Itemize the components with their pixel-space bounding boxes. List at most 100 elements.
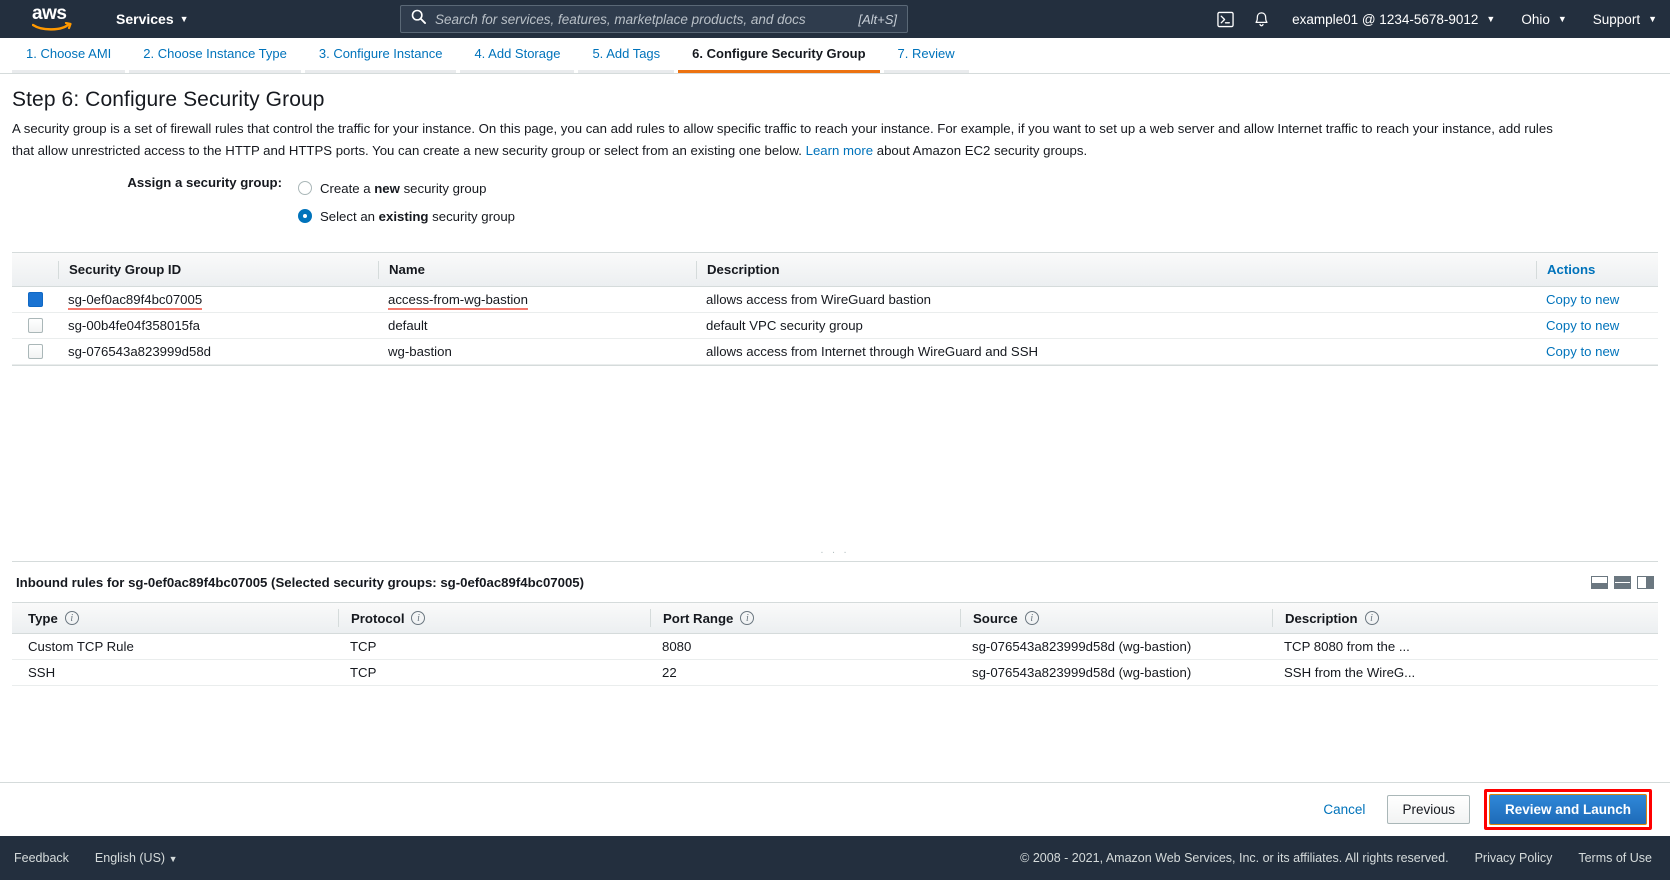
- search-input[interactable]: [435, 11, 850, 27]
- aws-logo[interactable]: aws: [32, 4, 78, 32]
- learn-more-link[interactable]: Learn more: [806, 143, 873, 158]
- wizard-step-2[interactable]: 2. Choose Instance Type: [129, 46, 301, 73]
- region-menu[interactable]: Ohio ▼: [1508, 0, 1579, 38]
- assign-security-group-label: Assign a security group:: [127, 175, 282, 191]
- wizard-step-5[interactable]: 5. Add Tags: [578, 46, 675, 73]
- column-header-rule-description: Description i: [1272, 609, 1658, 628]
- row-checkbox[interactable]: [27, 344, 43, 360]
- column-header-source: Source i: [960, 609, 1272, 628]
- wizard-step-1[interactable]: 1. Choose AMI: [12, 46, 126, 73]
- footer-right-links: © 2008 - 2021, Amazon Web Services, Inc.…: [1020, 851, 1652, 865]
- cell-actions: Copy to new: [1536, 318, 1658, 333]
- cell-rule-type: SSH: [28, 665, 56, 681]
- region-menu-label: Ohio: [1521, 11, 1550, 27]
- column-header-description[interactable]: Description: [696, 260, 1536, 279]
- previous-button[interactable]: Previous: [1387, 795, 1470, 824]
- top-nav-right-cluster: example01 @ 1234-5678-9012 ▼ Ohio ▼ Supp…: [1207, 0, 1670, 38]
- cell-actions: Copy to new: [1536, 292, 1658, 307]
- support-menu-label: Support: [1592, 11, 1641, 27]
- cell-rule-description: SSH from the WireG...: [1284, 665, 1416, 681]
- wizard-action-bar: Cancel Previous Review and Launch: [0, 782, 1670, 836]
- assign-radio-group: Create a new security group Select an ex…: [298, 174, 515, 230]
- review-and-launch-highlight: Review and Launch: [1483, 789, 1652, 830]
- cell-rule-port-range: 22: [662, 665, 677, 681]
- cell-actions: Copy to new: [1536, 344, 1658, 359]
- chevron-down-icon: ▼: [1557, 13, 1567, 24]
- cell-name: wg-bastion: [388, 344, 452, 360]
- radio-select-existing-security-group[interactable]: Select an existing security group: [298, 202, 515, 230]
- table-row: Custom TCP Rule TCP 8080 sg-076543a82399…: [12, 634, 1658, 661]
- cell-description: default VPC security group: [706, 318, 863, 334]
- bell-icon[interactable]: [1243, 0, 1279, 38]
- info-icon[interactable]: i: [1024, 611, 1039, 626]
- wizard-step-6[interactable]: 6. Configure Security Group: [678, 46, 880, 73]
- chevron-down-icon: ▼: [168, 854, 178, 864]
- cell-rule-source: sg-076543a823999d58d (wg-bastion): [972, 665, 1192, 681]
- column-header-security-group-id[interactable]: Security Group ID: [58, 260, 378, 279]
- cell-rule-source: sg-076543a823999d58d (wg-bastion): [972, 639, 1192, 655]
- panel-layout-toggles: [1591, 575, 1654, 589]
- info-icon[interactable]: i: [740, 611, 755, 626]
- panel-resize-handle[interactable]: ∙ ∙ ∙: [12, 544, 1658, 563]
- radio-select-existing-prefix: Select an: [320, 208, 379, 224]
- radio-create-new-indicator[interactable]: [298, 181, 312, 196]
- table-row[interactable]: sg-076543a823999d58d wg-bastion allows a…: [12, 339, 1658, 366]
- wizard-step-3[interactable]: 3. Configure Instance: [304, 46, 457, 73]
- support-menu[interactable]: Support ▼: [1580, 0, 1670, 38]
- assign-security-group-field: Assign a security group: Create a new se…: [12, 174, 1658, 230]
- copy-to-new-link[interactable]: Copy to new: [1546, 292, 1619, 307]
- wizard-step-7[interactable]: 7. Review: [883, 46, 969, 73]
- copy-to-new-link[interactable]: Copy to new: [1546, 344, 1619, 359]
- cancel-button[interactable]: Cancel: [1323, 802, 1365, 817]
- feedback-link[interactable]: Feedback: [14, 851, 69, 865]
- page-title: Step 6: Configure Security Group: [12, 88, 325, 111]
- global-search[interactable]: [Alt+S]: [400, 5, 908, 33]
- table-row[interactable]: sg-00b4fe04f358015fa default default VPC…: [12, 313, 1658, 340]
- radio-create-new-security-group[interactable]: Create a new security group: [298, 174, 515, 202]
- security-groups-table: Security Group ID Name Description Actio…: [12, 252, 1658, 367]
- radio-select-existing-indicator[interactable]: [298, 209, 312, 224]
- copyright-text: © 2008 - 2021, Amazon Web Services, Inc.…: [1020, 851, 1449, 865]
- column-header-port-range-label: Port Range: [663, 610, 734, 626]
- column-header-actions: Actions: [1536, 260, 1658, 279]
- chevron-down-icon: ▼: [1648, 13, 1657, 24]
- services-menu[interactable]: Services ▼: [116, 11, 189, 27]
- radio-create-new-prefix: Create a: [320, 180, 375, 196]
- services-menu-label: Services: [116, 11, 174, 27]
- copy-to-new-link[interactable]: Copy to new: [1546, 318, 1619, 333]
- chevron-down-icon: ▼: [1486, 13, 1496, 24]
- info-icon[interactable]: i: [411, 611, 426, 626]
- table-row[interactable]: sg-0ef0ac89f4bc07005 access-from-wg-bast…: [12, 287, 1658, 314]
- account-menu-label: example01 @ 1234-5678-9012: [1292, 11, 1479, 27]
- language-selector-label: English (US): [94, 851, 166, 865]
- row-checkbox-cell: [12, 292, 58, 308]
- info-icon[interactable]: i: [64, 611, 79, 626]
- page-description: A security group is a set of firewall ru…: [12, 118, 1560, 162]
- column-header-type-label: Type: [28, 610, 58, 626]
- radio-select-existing-strong: existing: [378, 208, 429, 224]
- page-description-text: A security group is a set of firewall ru…: [12, 121, 1553, 159]
- account-menu[interactable]: example01 @ 1234-5678-9012 ▼: [1279, 0, 1508, 38]
- table-row: SSH TCP 22 sg-076543a823999d58d (wg-bast…: [12, 660, 1658, 687]
- cell-rule-protocol: TCP: [350, 665, 377, 681]
- column-header-name[interactable]: Name: [378, 260, 696, 279]
- row-checkbox[interactable]: [27, 318, 43, 334]
- cloudshell-icon[interactable]: [1207, 0, 1243, 38]
- language-selector[interactable]: English (US) ▼: [95, 851, 178, 865]
- cell-rule-type: Custom TCP Rule: [28, 639, 134, 655]
- row-checkbox-cell: [12, 318, 58, 334]
- cell-description: allows access from Internet through Wire…: [706, 344, 1039, 360]
- review-and-launch-button[interactable]: Review and Launch: [1488, 794, 1647, 825]
- info-icon[interactable]: i: [1364, 611, 1379, 626]
- top-navigation-bar: aws Services ▼ [Alt+S] example01 @ 1234-…: [0, 0, 1670, 38]
- wizard-step-4[interactable]: 4. Add Storage: [460, 46, 575, 73]
- row-checkbox[interactable]: [27, 292, 43, 308]
- terms-of-use-link[interactable]: Terms of Use: [1578, 851, 1652, 865]
- layout-vertical-split-icon[interactable]: [1637, 575, 1654, 589]
- cell-description: allows access from WireGuard bastion: [706, 292, 931, 308]
- privacy-policy-link[interactable]: Privacy Policy: [1475, 851, 1553, 865]
- layout-horizontal-split-icon[interactable]: [1614, 575, 1631, 589]
- inbound-rules-title: Inbound rules for sg-0ef0ac89f4bc07005 (…: [16, 574, 585, 590]
- cell-name: access-from-wg-bastion: [378, 292, 696, 311]
- layout-bottom-split-icon[interactable]: [1591, 575, 1608, 589]
